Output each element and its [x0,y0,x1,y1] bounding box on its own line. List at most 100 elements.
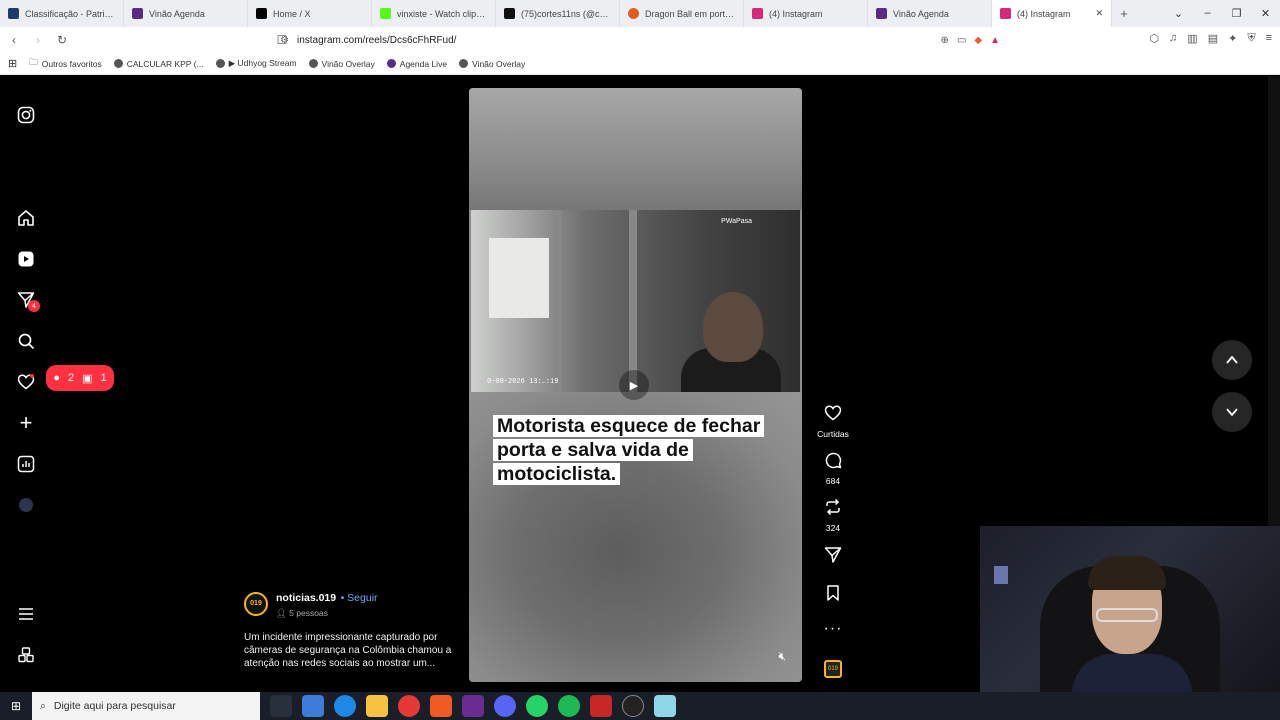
zoom-icon[interactable]: ⊕ [941,35,949,46]
play-icon[interactable]: ▶ [619,370,649,400]
close-tab-icon[interactable]: ✕ [1095,8,1103,19]
apps-icon[interactable]: ⊞ [8,57,17,70]
spotify-icon[interactable] [558,695,580,717]
instagram-logo-icon[interactable] [15,104,37,126]
more-options-icon[interactable]: ··· [812,620,854,638]
bus-pole [553,210,561,392]
sidebar-icon[interactable]: ▥ [1187,32,1197,45]
video-timestamp: 0-00-2026 13:…:19 [487,378,559,386]
share-button[interactable] [812,546,854,568]
person-icon: 👤︎ [276,608,290,618]
likes-label: Curtidas [817,429,849,439]
browser-tab[interactable]: Home / X [248,0,372,27]
tab-search-icon[interactable]: ⌄ [1164,7,1193,20]
bookmark-item[interactable]: 🗀 Outros favoritos [29,57,102,71]
create-icon[interactable]: + [15,410,37,435]
author-avatar[interactable]: 019 [244,591,268,616]
chrome-icon[interactable] [398,695,420,717]
maximize-button[interactable]: ❐ [1222,7,1251,20]
vinao-app-icon[interactable] [462,695,484,717]
profile-avatar[interactable] [15,494,37,516]
like-button[interactable]: Curtidas [812,404,854,439]
instagram-logo-icon [1000,8,1011,19]
browser-tab[interactable]: (4) Instagram [744,0,868,27]
address-bar: ‹ › ↻ ☐ ⚙ instagram.com/reels/Dcs6cFhRFu… [0,27,1280,53]
site-info-icon[interactable]: ⚙ [280,35,289,46]
whatsapp-icon[interactable] [526,695,548,717]
also-from-meta-icon[interactable] [15,644,37,666]
taskbar-search[interactable]: ⌕ Digite aqui para pesquisar [32,692,260,720]
webcam-overlay [980,526,1280,720]
globe-icon [215,59,225,68]
browser-tab[interactable]: Vinão Agenda [124,0,248,27]
obs-icon[interactable] [622,695,644,717]
browser-tab[interactable]: vinxiste - Watch clips on [372,0,496,27]
back-icon[interactable]: ‹ [4,33,24,47]
favicon-icon [132,8,143,19]
leo-icon[interactable]: ✦ [1228,32,1237,45]
bookmark-item[interactable]: Vinão Overlay [459,59,525,69]
minimize-button[interactable]: – [1193,7,1222,20]
windows-start-icon[interactable]: ⊞ [0,699,32,713]
tiktok-logo-icon [504,8,515,19]
brave-rewards-icon[interactable]: ▲ [990,35,1000,46]
extensions-icon[interactable]: ⬡ [1149,32,1159,45]
browser-tab[interactable]: Vinão Agenda [868,0,992,27]
bookmark-item[interactable]: Vinão Overlay [308,59,375,69]
vpn-icon[interactable]: ⛨ [1247,32,1255,45]
discord-icon[interactable] [494,695,516,717]
notifications-popup[interactable]: ● 2 ▣ 1 [46,365,114,391]
browser-tab[interactable]: Dragon Ball em portuguê [620,0,744,27]
bookmarks-bar: ⊞ 🗀 Outros favoritos CALCULAR KPP (... ▶ … [0,53,1280,75]
repost-button[interactable]: 324 [812,498,854,533]
home-icon[interactable] [15,207,37,229]
bookmark-item[interactable]: ▶ Udhyog Stream [215,58,297,69]
notepad-icon[interactable] [654,695,676,717]
cast-icon[interactable]: ▭ [957,35,966,46]
dashboard-icon[interactable] [15,453,37,475]
browser-tab[interactable]: Classificação - Patrick 11ns [0,0,124,27]
follow-button[interactable]: • Seguir [341,592,378,604]
reel-caption: 019 noticias.019 • Seguir 👤︎ 5 pessoas U… [244,588,454,670]
forward-icon[interactable]: › [28,33,48,47]
headline-text: Motorista esquece de fechar porta e salv… [493,415,765,485]
more-menu-icon[interactable] [15,603,37,625]
close-window-button[interactable]: ✕ [1251,7,1280,20]
browser-tab[interactable]: (75)cortes11ns (@cortes [496,0,620,27]
bookmark-item[interactable]: CALCULAR KPP (... [113,59,204,69]
edge-icon[interactable] [334,695,356,717]
bookmark-label: Vinão Overlay [472,58,526,69]
comment-button[interactable]: 684 [812,451,854,486]
bookmark-icon [812,584,854,606]
mute-icon[interactable]: 🔇︎ [778,649,786,664]
reels-icon[interactable] [15,248,37,270]
new-tab-button[interactable]: + [1112,6,1136,21]
brave-shield-icon[interactable]: ◆ [974,35,982,46]
wallet-icon[interactable]: ▤ [1208,32,1218,45]
voicemeeter-icon[interactable] [590,695,612,717]
tagged-people[interactable]: 👤︎ 5 pessoas [276,608,378,619]
notifications-heart-icon[interactable] [15,371,37,393]
reel-description[interactable]: Um incidente impressionante capturado po… [244,631,454,670]
tab-title: Vinão Agenda [149,8,205,19]
url-field[interactable]: ⚙ instagram.com/reels/Dcs6cFhRFud/ ⊕ ▭ ◆… [280,31,1000,49]
file-explorer-icon[interactable] [366,695,388,717]
next-reel-button[interactable] [1212,392,1252,432]
save-button[interactable] [812,584,854,606]
favicon-icon [628,8,639,19]
previous-reel-button[interactable] [1212,340,1252,380]
author-username[interactable]: noticias.019 [276,592,336,604]
bookmark-label: Agenda Live [399,58,448,69]
menu-icon[interactable]: ≡ [1266,32,1272,45]
brave-icon[interactable] [430,695,452,717]
comment-icon [812,451,854,473]
copilot-icon[interactable] [302,695,324,717]
audio-thumbnail-icon[interactable]: 019 [824,660,842,678]
reload-icon[interactable]: ↻ [52,33,72,47]
search-icon[interactable] [15,330,37,352]
bookmark-item[interactable]: Agenda Live [386,58,448,69]
active-browser-tab[interactable]: (4) Instagram ✕ [992,0,1112,27]
task-view-icon[interactable] [270,695,292,717]
reel-video[interactable]: PWaPasa 0-00-2026 13:…:19 ▶ Motorista es… [469,88,802,682]
media-icon[interactable]: ♫ [1169,32,1177,45]
